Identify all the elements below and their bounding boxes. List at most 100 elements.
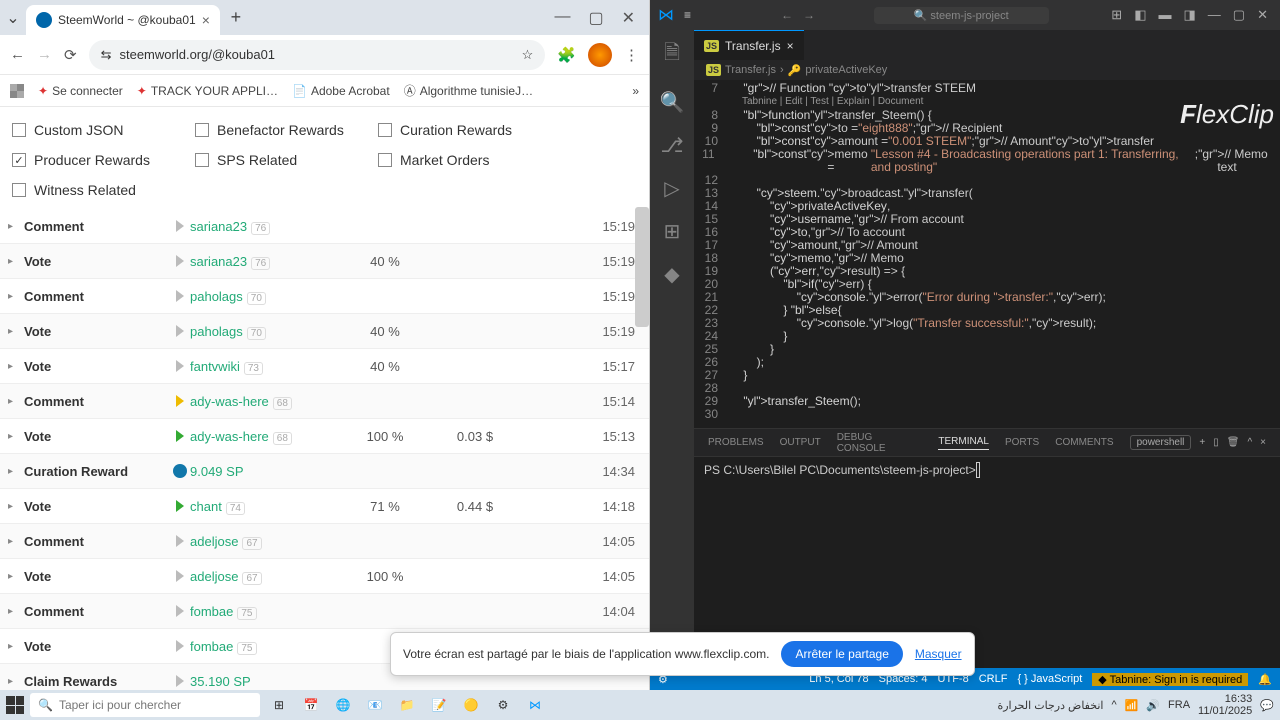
weather[interactable]: انخفاض درجات الحرارة [997, 699, 1103, 712]
filter-curation[interactable]: Curation Rewards [372, 115, 555, 145]
command-center[interactable]: 🔍 steem-js-project [874, 7, 1049, 24]
nav-forward-icon[interactable]: → [803, 8, 815, 22]
panel-bottom-icon[interactable]: ▬ [1154, 7, 1175, 23]
codelens[interactable]: Tabnine | Edit | Test | Explain | Docume… [694, 95, 1280, 109]
browser-tab[interactable]: SteemWorld ~ @kouba01 × [26, 5, 220, 35]
close-icon[interactable]: ✕ [622, 8, 635, 28]
taskbar-search[interactable]: 🔍 Taper ici pour chercher [30, 693, 260, 717]
filter-market[interactable]: Market Orders [372, 145, 555, 175]
op-row[interactable]: ▸Curation Reward9.049 SP14:34 [0, 454, 649, 489]
tray-up-icon[interactable]: ^ [1111, 699, 1116, 711]
app-vscode[interactable]: ⋈ [522, 692, 548, 718]
lang-mode[interactable]: { } JavaScript [1017, 673, 1082, 686]
eol[interactable]: CRLF [979, 673, 1008, 686]
tab-terminal[interactable]: TERMINAL [938, 436, 989, 450]
app-outlook[interactable]: 📧 [362, 692, 388, 718]
close-icon[interactable]: ✕ [1253, 7, 1272, 23]
notifications-icon[interactable]: 💬 [1260, 699, 1274, 712]
close-tab-icon[interactable]: × [787, 39, 794, 53]
op-row[interactable]: ▸Commentpaholags7015:19 [0, 279, 649, 314]
bookmark-connect[interactable]: ✦Se connecter [38, 84, 123, 98]
op-row[interactable]: ▸Votesariana237640 %15:19 [0, 244, 649, 279]
filter-witness[interactable]: Witness Related [6, 175, 189, 205]
tab-problems[interactable]: PROBLEMS [708, 437, 764, 448]
op-row[interactable]: ▸Commentfombae7514:04 [0, 594, 649, 629]
stop-share-button[interactable]: Arrêter le partage [781, 641, 902, 667]
close-panel-icon[interactable]: × [1260, 437, 1266, 448]
tabnine-icon[interactable]: ◆ [664, 262, 679, 287]
site-info-icon[interactable]: ⇆ [101, 47, 112, 63]
panel-left-icon[interactable]: ◧ [1130, 7, 1150, 23]
extensions-icon[interactable]: ⊞ [664, 219, 681, 244]
app-explorer[interactable]: 📁 [394, 692, 420, 718]
op-row[interactable]: ▸Voteadeljose67100 %14:05 [0, 559, 649, 594]
close-tab-icon[interactable]: × [202, 12, 210, 28]
bookmarks-overflow-icon[interactable]: » [632, 84, 639, 98]
filter-producer[interactable]: Producer Rewards [6, 145, 189, 175]
new-terminal-icon[interactable]: + [1199, 437, 1205, 448]
source-control-icon[interactable]: ⎇ [660, 133, 683, 158]
notifications-icon[interactable]: 🔔 [1258, 673, 1272, 686]
tab-list-button[interactable]: ⌄ [4, 9, 22, 27]
maximize-icon[interactable]: ▢ [1229, 7, 1249, 23]
op-row[interactable]: ▸Votechant7471 %0.44 $14:18 [0, 489, 649, 524]
tabnine-status[interactable]: ◆ Tabnine: Sign in is required [1092, 673, 1248, 686]
split-terminal-icon[interactable]: ▯ [1213, 437, 1219, 448]
editor-tab[interactable]: JS Transfer.js × [694, 30, 804, 60]
apps-icon[interactable] [10, 84, 24, 98]
op-row[interactable]: ▸Voteady-was-here68100 %0.03 $15:13 [0, 419, 649, 454]
breadcrumbs[interactable]: JSTransfer.js›🔑privateActiveKey [694, 60, 1280, 80]
search-icon[interactable]: 🔍 [660, 90, 685, 115]
tab-ports[interactable]: PORTS [1005, 437, 1039, 448]
app-calendar[interactable]: 📅 [298, 692, 324, 718]
menu-icon[interactable]: ≡ [684, 8, 691, 22]
bookmark-algo[interactable]: ⒶAlgorithme tunisieJ… [404, 82, 533, 99]
bookmark-track[interactable]: ✦TRACK YOUR APPLI… [137, 84, 278, 98]
tray-sound-icon[interactable]: 🔊 [1146, 699, 1160, 712]
bookmark-acrobat[interactable]: 📄Adobe Acrobat [292, 84, 390, 98]
filter-benefactor[interactable]: Benefactor Rewards [189, 115, 372, 145]
app-notepad[interactable]: 📝 [426, 692, 452, 718]
debug-icon[interactable]: ▷ [664, 176, 679, 201]
app-chrome[interactable]: 🟡 [458, 692, 484, 718]
clock[interactable]: 16:3311/01/2025 [1198, 693, 1252, 717]
reload-icon[interactable]: ⟳ [64, 46, 77, 64]
code-editor[interactable]: FlexClip 7 "gr">// Function "cy">to "yl"… [694, 80, 1280, 428]
layout-icon[interactable]: ⊞ [1107, 7, 1126, 23]
app-unknown[interactable]: ⚙ [490, 692, 516, 718]
nav-back-icon[interactable]: ← [781, 8, 793, 22]
op-row[interactable]: ▸Votefantvwiki7340 %15:17 [0, 349, 649, 384]
tray-wifi-icon[interactable]: 📶 [1125, 699, 1139, 712]
maximize-icon[interactable]: ▢ [588, 8, 603, 28]
menu-icon[interactable]: ⋮ [624, 46, 639, 64]
op-row[interactable]: ▸Commentady-was-here6815:14 [0, 384, 649, 419]
app-edge[interactable]: 🌐 [330, 692, 356, 718]
op-row[interactable]: ▸Commentsariana237615:19 [0, 209, 649, 244]
filter-custom-json[interactable]: Custom JSON [6, 115, 189, 145]
op-row[interactable]: ▸Commentadeljose6714:05 [0, 524, 649, 559]
forward-icon[interactable]: → [37, 46, 52, 63]
tray-lang[interactable]: FRA [1168, 699, 1190, 711]
tab-comments[interactable]: COMMENTS [1055, 437, 1113, 448]
url-field[interactable]: ⇆ steemworld.org/@kouba01 ☆ [89, 40, 546, 70]
profile-avatar[interactable] [588, 43, 612, 67]
panel-right-icon[interactable]: ◨ [1179, 7, 1199, 23]
explorer-icon[interactable]: 🗎 [664, 38, 680, 72]
minimize-icon[interactable]: — [1204, 7, 1225, 23]
op-row[interactable]: ▸Votepaholags7040 %15:19 [0, 314, 649, 349]
shell-label[interactable]: powershell [1130, 435, 1192, 450]
back-icon[interactable]: ← [10, 46, 25, 63]
minimize-icon[interactable]: — [554, 8, 570, 28]
filter-sps[interactable]: SPS Related [189, 145, 372, 175]
maximize-panel-icon[interactable]: ^ [1247, 437, 1252, 448]
hide-share-button[interactable]: Masquer [915, 647, 962, 661]
extensions-icon[interactable]: 🧩 [557, 46, 576, 64]
task-view-icon[interactable]: ⊞ [266, 692, 292, 718]
scrollbar[interactable] [635, 207, 649, 327]
new-tab-button[interactable]: + [224, 6, 248, 30]
tab-output[interactable]: OUTPUT [780, 437, 821, 448]
bookmark-star-icon[interactable]: ☆ [522, 47, 534, 63]
tab-debug[interactable]: DEBUG CONSOLE [837, 432, 923, 454]
start-button[interactable] [6, 696, 24, 714]
trash-icon[interactable]: 🗑 [1227, 437, 1240, 448]
